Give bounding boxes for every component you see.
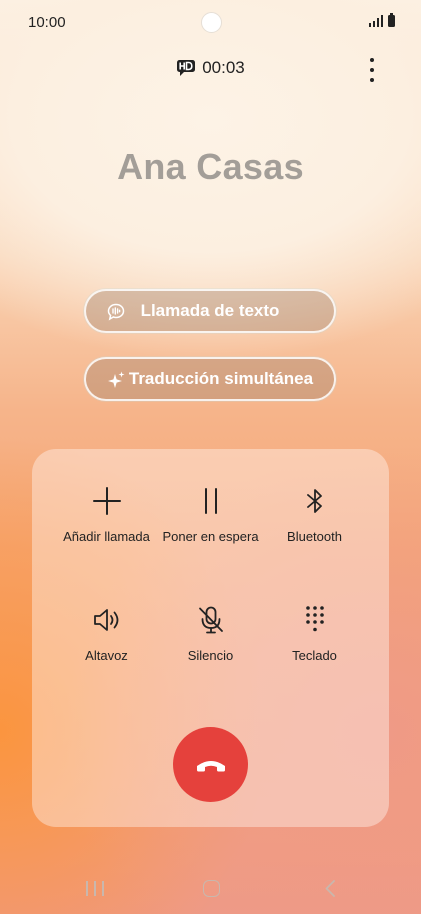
bluetooth-label: Bluetooth (287, 529, 342, 544)
status-time: 10:00 (28, 14, 66, 31)
speaker-button[interactable]: Altavoz (47, 604, 166, 694)
mute-button[interactable]: Silencio (151, 604, 270, 694)
end-call-button[interactable] (173, 727, 248, 802)
call-timer: 00:03 (202, 58, 245, 77)
caller-name: Ana Casas (117, 146, 304, 187)
bluetooth-button[interactable]: Bluetooth (255, 485, 374, 575)
speaker-label: Altavoz (85, 648, 128, 663)
text-call-icon (107, 303, 125, 321)
hold-button[interactable]: Poner en espera (151, 485, 270, 575)
call-header: 00:03 (0, 58, 421, 78)
simultaneous-translation-button[interactable]: Traducción simultánea (84, 357, 336, 401)
hold-label: Poner en espera (162, 529, 259, 544)
translation-label: Traducción simultánea (128, 369, 314, 388)
navigation-bar (0, 872, 421, 904)
pause-icon (204, 488, 217, 514)
mute-label: Silencio (187, 648, 234, 663)
bluetooth-icon (306, 489, 322, 513)
signal-icon (369, 15, 383, 27)
add-call-button[interactable]: Añadir llamada (47, 485, 166, 575)
sparkle-icon (108, 371, 125, 388)
more-options-button[interactable] (367, 58, 377, 82)
keypad-icon (305, 606, 324, 632)
mic-off-icon (198, 606, 223, 634)
keypad-button[interactable]: Teclado (255, 604, 374, 694)
text-call-button[interactable]: Llamada de texto (84, 289, 336, 333)
plus-icon (92, 487, 121, 515)
add-call-label: Añadir llamada (63, 529, 150, 544)
text-call-label: Llamada de texto (140, 301, 280, 320)
back-icon[interactable] (322, 879, 338, 898)
keypad-label: Teclado (292, 648, 337, 663)
battery-icon (388, 13, 395, 27)
recent-apps-icon[interactable] (86, 881, 104, 896)
speaker-icon (93, 609, 118, 631)
home-icon[interactable] (203, 880, 220, 897)
status-icons (369, 13, 395, 27)
front-camera (201, 12, 222, 33)
end-call-icon (196, 760, 225, 771)
call-screen: 10:00 00:03 Ana Casas Llamada de texto T… (0, 0, 421, 914)
hd-voice-icon (177, 60, 196, 76)
